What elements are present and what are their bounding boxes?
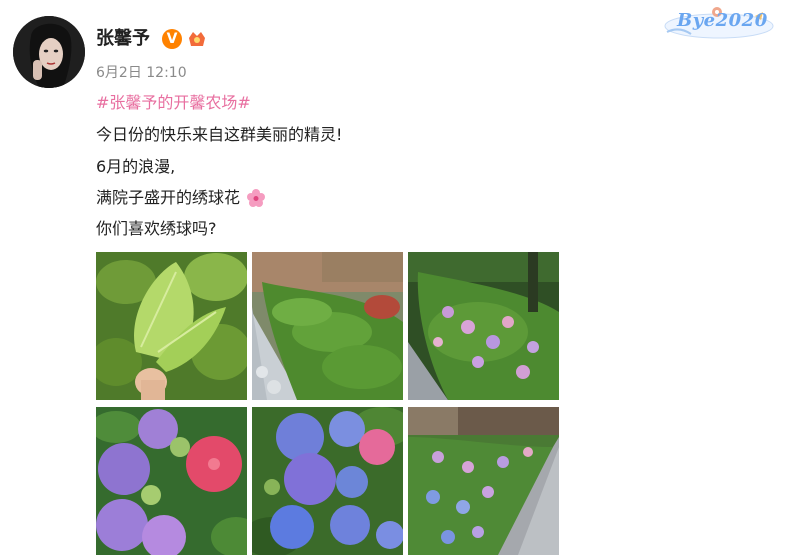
avatar-image — [13, 16, 85, 88]
post-text-line: 满院子盛开的绣球花 — [96, 187, 266, 209]
photo-hydrangea-path-rows[interactable] — [408, 407, 559, 555]
username[interactable]: 张馨予 — [96, 27, 150, 51]
photo-hydrangea-bushes-path[interactable] — [408, 252, 559, 400]
post-text-line: 你们喜欢绣球吗? — [96, 219, 217, 238]
user-badges: V — [162, 29, 208, 49]
post-text-line: 今日份的快乐来自这群美丽的精灵! — [96, 125, 343, 144]
bye2020-badge: Bye2020 — [659, 4, 781, 44]
post-text-segment: 满院子盛开的绣球花 — [96, 188, 241, 207]
avatar[interactable] — [13, 16, 85, 88]
post-timestamp[interactable]: 6月2日 12:10 — [96, 64, 187, 82]
flower-icon — [247, 189, 266, 207]
hashtag-link[interactable]: #张馨予的开馨农场# — [96, 92, 251, 114]
bye2020-text: Bye2020 — [677, 10, 768, 31]
image-grid — [96, 252, 559, 559]
post-text-line: 6月的浪漫, — [96, 157, 176, 176]
photo-blue-hydrangeas[interactable] — [252, 407, 403, 555]
verified-icon: V — [162, 29, 182, 49]
photo-green-leaves[interactable] — [96, 252, 247, 400]
photo-purple-pink-hydrangeas[interactable] — [96, 407, 247, 555]
photo-garden-path-greens[interactable] — [252, 252, 403, 400]
vip-fan-icon[interactable] — [186, 29, 208, 49]
